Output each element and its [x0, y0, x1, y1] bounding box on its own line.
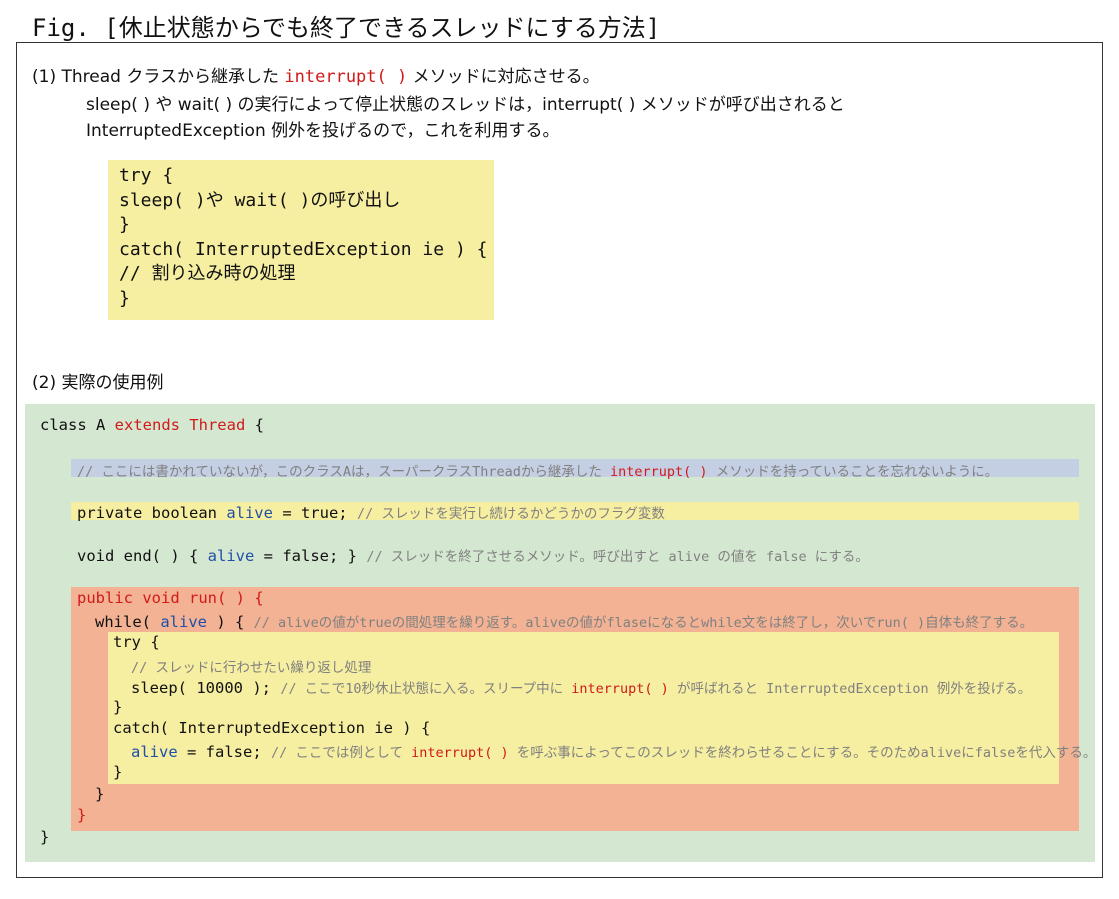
try-catch-code-box: try { sleep( )や wait( )の呼び出し } catch( In… — [108, 160, 494, 320]
section1-heading: (1) Thread クラスから継承した interrupt( ) メソッドに対… — [32, 62, 600, 87]
code-text: = false; } — [254, 547, 367, 565]
comment-text: // スレッドを終了させるメソッド。呼び出すと alive の値を false … — [366, 549, 869, 565]
figure-title: Fig. [休止状態からでも終了できるスレッドにする方法] — [32, 14, 661, 42]
comment-text: メソッドを持っていることを忘れないように。 — [707, 464, 999, 480]
alive-identifier: alive — [207, 547, 255, 565]
section1-heading-prefix: (1) Thread クラスから継承した — [32, 67, 279, 87]
alive-field-declaration: private boolean alive = true; // スレッドを実行… — [77, 502, 665, 522]
catch-close: } — [113, 763, 123, 781]
code-text: ) { — [207, 613, 254, 631]
code-text: sleep( 10000 ); — [131, 679, 281, 697]
code-text: = true; — [272, 504, 357, 522]
alive-identifier: alive — [160, 613, 207, 631]
comment-text: // ここには書かれていないが，このクラスAは，スーパークラスThreadから継… — [77, 464, 611, 480]
run-method-open: public void run( ) { — [77, 589, 264, 607]
while-close: } — [95, 785, 105, 803]
run-close: } — [77, 806, 87, 824]
open-brace: { — [245, 416, 264, 434]
code-line: try { — [119, 165, 174, 186]
interrupt-method-ref: interrupt( ) — [610, 464, 708, 480]
comment-text: を呼ぶ事によってこのスレッドを終わらせることにする。そのためaliveにfals… — [508, 745, 1097, 761]
code-line: } — [119, 214, 130, 235]
interrupt-method-ref: interrupt( ) — [411, 745, 509, 761]
class-keyword: class A — [40, 416, 115, 434]
code-text: = false; — [177, 743, 271, 761]
try-open: try { — [113, 633, 160, 651]
interrupt-method-ref: interrupt( ) — [571, 681, 669, 697]
section1-description: sleep( ) や wait( ) の実行によって停止状態のスレッドは，int… — [86, 92, 845, 144]
loop-body-comment: // スレッドに行わせたい繰り返し処理 — [131, 660, 372, 676]
end-method-line: void end( ) { alive = false; } // スレッドを終… — [77, 545, 869, 565]
comment-text: // ここでは例として — [271, 745, 412, 761]
code-line: // 割り込み時の処理 — [119, 263, 296, 284]
section1-heading-suffix: メソッドに対応させる。 — [412, 67, 600, 87]
extends-thread: extends Thread — [114, 416, 246, 434]
while-loop-line: while( alive ) { // aliveの値がtrueの間処理を繰り返… — [95, 611, 1033, 631]
comment-text: が呼ばれると InterruptedException 例外を投げる。 — [668, 681, 1032, 697]
code-text: private boolean — [77, 504, 227, 522]
section1-desc-line1: sleep( ) や wait( ) の実行によって停止状態のスレッドは，int… — [86, 95, 845, 115]
code-line: } — [119, 287, 130, 309]
sleep-line: sleep( 10000 ); // ここで10秒休止状態に入る。スリープ中に … — [131, 677, 1031, 697]
catch-open: catch( InterruptedException ie ) { — [113, 719, 431, 737]
class-close: } — [40, 828, 50, 846]
section1-desc-line2: InterruptedException 例外を投げるので，これを利用する。 — [86, 121, 560, 141]
comment-text: // aliveの値がtrueの間処理を繰り返す。aliveの値がflaseにな… — [253, 615, 1034, 631]
class-declaration: class A extends Thread { — [40, 416, 264, 434]
code-text: void end( ) { — [77, 547, 208, 565]
code-line: sleep( )や wait( )の呼び出し — [119, 189, 401, 211]
code-line: catch( InterruptedException ie ) { — [119, 238, 488, 260]
section1-heading-method: interrupt( ) — [284, 67, 408, 87]
section2-heading: (2) 実際の使用例 — [32, 373, 164, 393]
code-text: while( — [95, 613, 161, 631]
try-close: } — [113, 698, 123, 716]
alive-identifier: alive — [131, 743, 178, 761]
comment-text: // スレッドを実行し続けるかどうかのフラグ変数 — [356, 506, 665, 522]
alive-identifier: alive — [226, 504, 273, 522]
comment-text: // ここで10秒休止状態に入る。スリープ中に — [280, 681, 572, 697]
catch-body-line: alive = false; // ここでは例として interrupt( ) … — [131, 741, 1096, 761]
try-catch-block — [108, 632, 1059, 784]
interrupt-note-comment: // ここには書かれていないが，このクラスAは，スーパークラスThreadから継… — [77, 460, 998, 480]
